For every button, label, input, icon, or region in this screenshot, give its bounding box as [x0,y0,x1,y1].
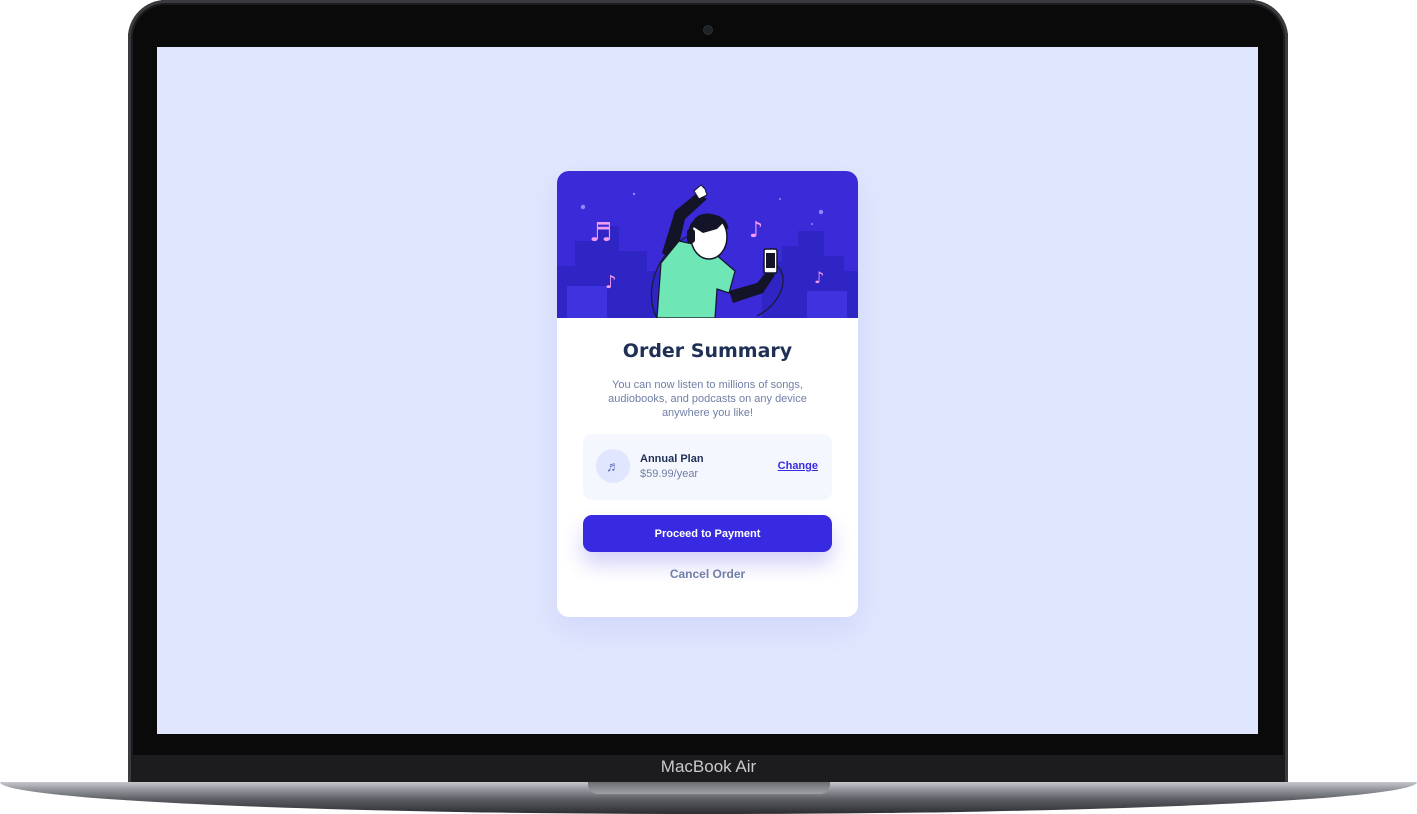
plan-price: $59.99/year [640,468,699,480]
description: You can now listen to millions of songs,… [608,379,807,419]
order-summary-card: ♬ ♪ ♪ ♪ Order Summary You can now listen… [557,171,858,617]
laptop-mockup: ♬ ♪ ♪ ♪ Order Summary You can now listen… [0,0,1417,814]
hero-illustration: ♬ ♪ ♪ ♪ [557,171,858,318]
music-note-icon: ♬ [596,449,630,483]
svg-text:♪: ♪ [749,218,763,243]
device-brand-label: MacBook Air [660,757,757,776]
page-title: Order Summary [622,340,793,362]
cancel-order-button[interactable]: Cancel Order [664,566,751,582]
dancing-person-illustration: ♬ ♪ ♪ ♪ [557,184,858,318]
plan-name: Annual Plan [640,453,704,465]
camera-icon [704,26,712,34]
svg-text:♪: ♪ [605,272,617,293]
svg-text:♬: ♬ [589,218,612,248]
screen: ♬ ♪ ♪ ♪ Order Summary You can now listen… [157,47,1258,734]
svg-text:♪: ♪ [814,268,824,287]
proceed-to-payment-button[interactable]: Proceed to Payment [583,515,832,552]
change-plan-link[interactable]: Change [778,460,818,472]
plan-summary: ♬ Annual Plan $59.99/year Change [583,434,832,500]
laptop-hinge-notch [588,782,830,794]
